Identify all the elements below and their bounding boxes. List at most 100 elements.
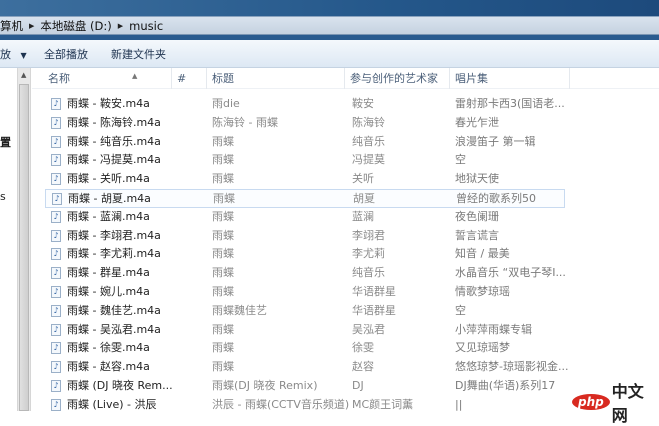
file-title: 雨蝶 — [212, 153, 234, 167]
nav-item[interactable]: 置 — [0, 134, 11, 150]
file-row[interactable]: ♪ 雨蝶 - 李翊君.m4a 雨蝶 李翊君 誓言谎言 — [32, 227, 659, 246]
file-row[interactable]: ♪ 雨蝶 - 关听.m4a 雨蝶 关听 地狱天使 — [32, 170, 659, 189]
column-headers: 名称 ▲ # 标题 参与创作的艺术家 唱片集 — [32, 68, 659, 89]
new-folder-button[interactable]: 新建文件夹 — [111, 46, 166, 62]
scroll-up-icon[interactable]: ▲ — [21, 71, 26, 79]
audio-file-icon: ♪ — [51, 248, 61, 261]
audio-file-icon: ♪ — [51, 361, 61, 374]
audio-file-icon: ♪ — [51, 116, 61, 129]
file-album: 小萍萍雨蝶专辑 — [455, 322, 532, 336]
breadcrumb-folder[interactable]: music — [129, 19, 163, 33]
file-row[interactable]: ♪ 雨蝶 - 陈海铃.m4a 陈海铃 - 雨蝶 陈海铃 春光乍泄 — [32, 114, 659, 133]
file-artist: 关听 — [352, 172, 374, 186]
file-album: 知音 / 最美 — [455, 247, 510, 261]
audio-file-icon: ♪ — [51, 135, 61, 148]
column-header-artist[interactable]: 参与创作的艺术家 — [345, 68, 450, 89]
file-title: 雨蝶 — [212, 341, 234, 355]
file-name: 雨蝶 - 关听.m4a — [67, 172, 150, 186]
breadcrumb-drive[interactable]: 本地磁盘 (D:) — [40, 18, 111, 34]
chevron-right-icon[interactable]: ▶ — [29, 22, 34, 30]
file-artist: 华语群星 — [352, 284, 396, 298]
file-album: 情歌梦琼瑶 — [455, 284, 510, 298]
file-artist: 徐雯 — [352, 341, 374, 355]
file-row[interactable]: ♪ 雨蝶 - 群星.m4a 雨蝶 纯音乐 水晶音乐 “双电子琴I... — [32, 264, 659, 283]
file-artist: 李尤莉 — [352, 247, 385, 261]
file-title: 雨蝶 — [212, 322, 234, 336]
file-name: 雨蝶 - 魏佳艺.m4a — [67, 303, 161, 317]
file-name: 雨蝶 (Live) - 洪辰 — [67, 397, 157, 411]
file-row[interactable]: ♪ 雨蝶 - 蓝澜.m4a 雨蝶 蓝澜 夜色阑珊 — [32, 208, 659, 227]
file-name: 雨蝶 - 李翊君.m4a — [67, 228, 161, 242]
column-header-number[interactable]: # — [172, 68, 207, 89]
column-header-title[interactable]: 标题 — [207, 68, 345, 89]
file-album: 浪漫笛子 第一辑 — [455, 134, 536, 148]
file-row[interactable]: ♪ 雨蝶 - 李尤莉.m4a 雨蝶 李尤莉 知音 / 最美 — [32, 245, 659, 264]
file-artist: 李翊君 — [352, 228, 385, 242]
file-name: 雨蝶 - 陈海铃.m4a — [67, 115, 161, 129]
file-row[interactable]: ♪ 雨蝶 - 纯音乐.m4a 雨蝶 纯音乐 浪漫笛子 第一辑 — [32, 133, 659, 152]
navigation-pane: 置 s — [0, 68, 17, 411]
file-title: 雨蝶 — [212, 247, 234, 261]
file-artist: 华语群星 — [352, 303, 396, 317]
audio-file-icon: ♪ — [51, 323, 61, 336]
breadcrumb[interactable]: 算机 ▶ 本地磁盘 (D:) ▶ music — [0, 16, 659, 35]
file-album: 悠悠琼梦-琼瑶影视金... — [455, 360, 569, 374]
file-title: 雨蝶(DJ 晓夜 Remix) — [212, 378, 318, 392]
file-artist: 赵容 — [352, 360, 374, 374]
nav-item[interactable]: s — [0, 190, 6, 203]
file-album: 春光乍泄 — [455, 115, 499, 129]
file-title: 雨蝶 — [212, 134, 234, 148]
file-row[interactable]: ♪ 雨蝶 - 婉儿.m4a 雨蝶 华语群星 情歌梦琼瑶 — [32, 283, 659, 302]
file-album: 誓言谎言 — [455, 228, 499, 242]
file-name: 雨蝶 - 李尤莉.m4a — [67, 247, 161, 261]
file-artist: MC颜王词薰 — [352, 397, 414, 411]
file-album: 雷射那卡西3(国语老... — [455, 97, 565, 110]
play-all-button[interactable]: 全部播放 — [44, 46, 88, 62]
file-title: 雨蝶 — [212, 360, 234, 374]
file-artist: 鞍安 — [352, 97, 374, 110]
audio-file-icon: ♪ — [51, 154, 61, 167]
file-title: 洪辰 - 雨蝶(CCTV音乐频道) — [212, 397, 350, 411]
file-row[interactable]: ♪ 雨蝶 - 吴泓君.m4a 雨蝶 吴泓君 小萍萍雨蝶专辑 — [32, 321, 659, 340]
file-name: 雨蝶 - 纯音乐.m4a — [67, 134, 161, 148]
file-row[interactable]: ♪ 雨蝶 (DJ 晓夜 Rem... 雨蝶(DJ 晓夜 Remix) DJ DJ… — [32, 377, 659, 396]
file-album: 地狱天使 — [455, 172, 499, 186]
file-artist: 蓝澜 — [352, 209, 374, 223]
nav-scrollbar[interactable]: ▲ — [17, 68, 31, 411]
file-title: 陈海铃 - 雨蝶 — [212, 115, 278, 129]
audio-file-icon: ♪ — [51, 285, 61, 298]
audio-file-icon: ♪ — [51, 342, 61, 355]
toolbar: 放 ▼ 全部播放 新建文件夹 — [0, 40, 659, 68]
file-list: ♪ 雨蝶 - 鞍安.m4a 雨die 鞍安 雷射那卡西3(国语老... ♪ 雨蝶 … — [32, 95, 659, 415]
audio-file-icon: ♪ — [51, 304, 61, 317]
file-name: 雨蝶 (DJ 晓夜 Rem... — [67, 378, 173, 392]
file-album: 曾经的歌系列50 — [456, 191, 536, 205]
scrollbar-thumb[interactable] — [19, 84, 29, 411]
file-name: 雨蝶 - 吴泓君.m4a — [67, 322, 161, 336]
file-row[interactable]: ♪ 雨蝶 - 冯提莫.m4a 雨蝶 冯提莫 空 — [32, 151, 659, 170]
file-album: 空 — [455, 303, 466, 317]
file-row[interactable]: ♪ 雨蝶 - 魏佳艺.m4a 雨蝶魏佳艺 华语群星 空 — [32, 302, 659, 321]
file-name: 雨蝶 - 徐雯.m4a — [67, 341, 150, 355]
organize-button[interactable]: 放 ▼ — [0, 46, 27, 62]
file-name: 雨蝶 - 婉儿.m4a — [67, 284, 150, 298]
file-row[interactable]: ♪ 雨蝶 - 鞍安.m4a 雨die 鞍安 雷射那卡西3(国语老... — [32, 95, 659, 114]
file-row[interactable]: ♪ 雨蝶 - 徐雯.m4a 雨蝶 徐雯 又见琼瑶梦 — [32, 339, 659, 358]
audio-file-icon: ♪ — [52, 192, 62, 205]
file-row[interactable]: ♪ 雨蝶 - 胡夏.m4a 雨蝶 胡夏 曾经的歌系列50 — [45, 188, 565, 208]
column-header-album[interactable]: 唱片集 — [450, 68, 570, 89]
file-name: 雨蝶 - 鞍安.m4a — [67, 97, 150, 110]
window-title-bar — [0, 0, 659, 17]
file-artist: DJ — [352, 378, 364, 392]
file-row[interactable]: ♪ 雨蝶 (Live) - 洪辰 洪辰 - 雨蝶(CCTV音乐频道) MC颜王词… — [32, 396, 659, 415]
file-name: 雨蝶 - 群星.m4a — [67, 266, 150, 280]
audio-file-icon: ♪ — [51, 98, 61, 110]
file-row[interactable]: ♪ 雨蝶 - 赵容.m4a 雨蝶 赵容 悠悠琼梦-琼瑶影视金... — [32, 358, 659, 377]
column-name-label: 名称 — [48, 72, 70, 85]
file-album: 空 — [455, 153, 466, 167]
column-header-name[interactable]: 名称 ▲ — [32, 68, 172, 89]
file-artist: 冯提莫 — [352, 153, 385, 167]
chevron-right-icon[interactable]: ▶ — [118, 22, 123, 30]
file-name: 雨蝶 - 冯提莫.m4a — [67, 153, 161, 167]
breadcrumb-computer[interactable]: 算机 — [0, 18, 23, 34]
